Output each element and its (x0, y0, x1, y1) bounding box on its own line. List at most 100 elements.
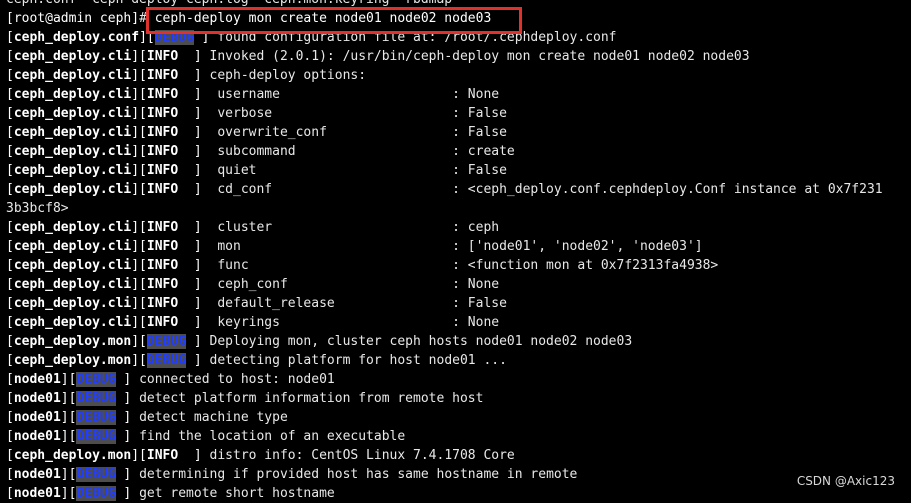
log-source: ceph_deploy.cli (13, 163, 132, 178)
log-message: default_release : False (201, 296, 507, 311)
log-line: 3b3bcf8> (6, 199, 911, 218)
log-line: [node01][DEBUG ] determining if provided… (6, 465, 911, 484)
log-bracket: ][ (131, 334, 147, 349)
log-line: [node01][DEBUG ] detect machine type (6, 408, 911, 427)
log-bracket: ] (186, 353, 202, 368)
log-line: [ceph_deploy.cli][INFO ] overwrite_conf … (6, 123, 911, 142)
log-bracket: ] (186, 163, 202, 178)
log-bracket: [ (6, 239, 14, 254)
log-bracket: ][ (131, 49, 147, 64)
log-level: INFO (146, 448, 187, 463)
log-bracket: ][ (60, 486, 77, 501)
log-bracket: ] (193, 30, 210, 45)
log-source: ceph_deploy.mon (13, 448, 132, 463)
log-bracket: ][ (131, 87, 147, 102)
log-level: INFO (146, 239, 187, 254)
log-level: INFO (146, 87, 187, 102)
log-bracket: [ (6, 258, 14, 273)
log-bracket: [ (6, 30, 14, 45)
log-line: [node01][DEBUG ] detect platform informa… (6, 389, 911, 408)
log-line: [ceph_deploy.mon][DEBUG ] detecting plat… (6, 351, 911, 370)
log-source: ceph_deploy.cli (13, 125, 132, 140)
log-message: cd_conf : <ceph_deploy.conf.cephdeploy.C… (201, 182, 883, 197)
log-line: [ceph_deploy.cli][INFO ] mon : ['node01'… (6, 237, 911, 256)
log-line: [ceph_deploy.cli][INFO ] ceph_conf : Non… (6, 275, 911, 294)
log-source: ceph_deploy.conf (13, 30, 140, 45)
log-bracket: [ (6, 163, 14, 178)
log-source: ceph_deploy.cli (13, 277, 132, 292)
log-bracket: ][ (131, 220, 147, 235)
log-bracket: ][ (131, 448, 147, 463)
log-message: found configuration file at: /root/.ceph… (209, 30, 617, 45)
log-bracket: ] (186, 106, 202, 121)
log-line: [ceph_deploy.cli][INFO ] verbose : False (6, 104, 911, 123)
log-message: distro info: CentOS Linux 7.4.1708 Core (201, 448, 515, 463)
log-source: ceph_deploy.cli (13, 68, 132, 83)
log-source: ceph_deploy.mon (13, 334, 132, 349)
watermark: CSDN @Axic123 (796, 474, 895, 488)
log-bracket: ] (186, 68, 202, 83)
log-source: ceph_deploy.cli (13, 106, 132, 121)
log-bracket: [ (6, 277, 14, 292)
log-level: DEBUG (76, 391, 116, 406)
terminal-output[interactable]: ceph.conf ceph-deploy-ceph.log ceph.mon.… (6, 0, 911, 503)
log-bracket: ] (186, 182, 202, 197)
log-bracket: ] (186, 315, 202, 330)
log-source: node01 (13, 391, 61, 406)
log-bracket: [ (6, 182, 14, 197)
log-bracket: [ (6, 87, 14, 102)
log-bracket: ] (186, 220, 202, 235)
log-bracket: ][ (60, 429, 77, 444)
log-bracket: ][ (139, 30, 155, 45)
log-bracket: ][ (131, 296, 147, 311)
log-bracket: [ (6, 410, 14, 425)
log-bracket: ][ (60, 372, 77, 387)
log-message: quiet : False (201, 163, 507, 178)
log-message: detect machine type (131, 410, 288, 425)
log-line: [ceph_deploy.cli][INFO ] quiet : False (6, 161, 911, 180)
log-bracket: ] (186, 49, 202, 64)
log-bracket: [ (6, 144, 14, 159)
log-bracket: ] (186, 125, 202, 140)
log-message: ceph-deploy options: (201, 68, 367, 83)
command-text: ceph-deploy mon create node01 node02 nod… (154, 11, 492, 26)
log-bracket: ][ (131, 125, 147, 140)
log-message: overwrite_conf : False (201, 125, 507, 140)
log-message: get remote short hostname (131, 486, 335, 501)
log-line: [node01][DEBUG ] find the location of an… (6, 427, 911, 446)
log-lines: [ceph_deploy.conf][DEBUG ] found configu… (6, 28, 911, 503)
prompt-separator: # (139, 11, 155, 26)
log-bracket: [ (6, 49, 14, 64)
log-bracket: ][ (131, 239, 147, 254)
log-bracket: [ (6, 429, 14, 444)
log-line: [ceph_deploy.cli][INFO ] Invoked (2.0.1)… (6, 47, 911, 66)
log-line: [ceph_deploy.mon][INFO ] distro info: Ce… (6, 446, 911, 465)
log-bracket: ] (186, 87, 202, 102)
log-bracket: ] (115, 372, 132, 387)
log-bracket: ] (186, 448, 202, 463)
log-source: node01 (13, 372, 61, 387)
log-level: DEBUG (76, 486, 116, 501)
log-source: ceph_deploy.cli (13, 258, 132, 273)
log-message: connected to host: node01 (131, 372, 335, 387)
log-level: INFO (146, 220, 187, 235)
log-bracket: [ (6, 448, 14, 463)
log-bracket: [ (6, 315, 14, 330)
log-level: DEBUG (76, 429, 116, 444)
log-message: find the location of an executable (131, 429, 406, 444)
log-bracket: ][ (60, 467, 77, 482)
log-source: ceph_deploy.cli (13, 144, 132, 159)
log-bracket: [ (6, 353, 14, 368)
log-bracket: ] (186, 296, 202, 311)
log-line: [ceph_deploy.conf][DEBUG ] found configu… (6, 28, 911, 47)
log-message: detect platform information from remote … (131, 391, 484, 406)
log-level: INFO (146, 144, 187, 159)
log-bracket: ] (115, 467, 132, 482)
log-source: ceph_deploy.cli (13, 296, 132, 311)
top-line: ceph.conf ceph-deploy-ceph.log ceph.mon.… (6, 0, 911, 9)
log-bracket: ] (186, 144, 202, 159)
log-source: ceph_deploy.mon (13, 353, 132, 368)
log-message: verbose : False (201, 106, 507, 121)
log-bracket: ] (186, 258, 202, 273)
log-bracket: ][ (131, 144, 147, 159)
